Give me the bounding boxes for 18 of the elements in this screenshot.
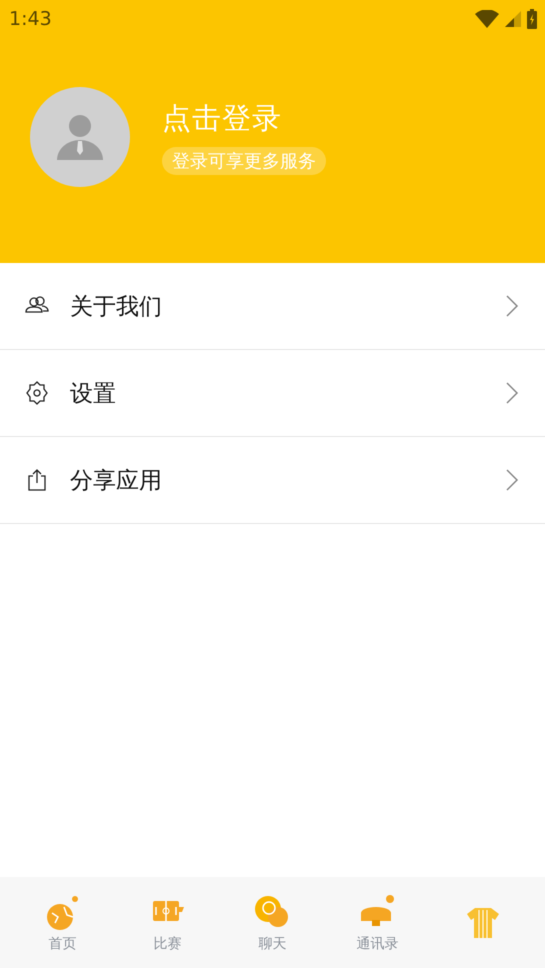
- login-link[interactable]: 点击登录: [162, 99, 282, 139]
- login-benefit-tag: 登录可享更多服务: [162, 147, 326, 175]
- person-icon: [57, 114, 103, 160]
- chevron-right-icon: [505, 381, 519, 405]
- settings-icon: [24, 380, 50, 406]
- menu-item[interactable]: 关于我们: [0, 263, 545, 350]
- signal-icon: [505, 10, 521, 26]
- status-time: 1:43: [9, 8, 52, 30]
- menu-item[interactable]: 分享应用: [0, 437, 545, 524]
- tab-item[interactable]: 比赛: [128, 892, 208, 952]
- chevron-right-icon: [505, 294, 519, 318]
- menu-item[interactable]: 设置: [0, 350, 545, 437]
- chevron-right-icon: [505, 468, 519, 492]
- tab-item[interactable]: 聊天: [232, 892, 312, 952]
- battery-icon: [527, 8, 537, 28]
- tab-item[interactable]: 首页: [22, 892, 102, 952]
- tab-item[interactable]: 通讯录: [338, 892, 418, 952]
- wifi-icon: [475, 10, 499, 28]
